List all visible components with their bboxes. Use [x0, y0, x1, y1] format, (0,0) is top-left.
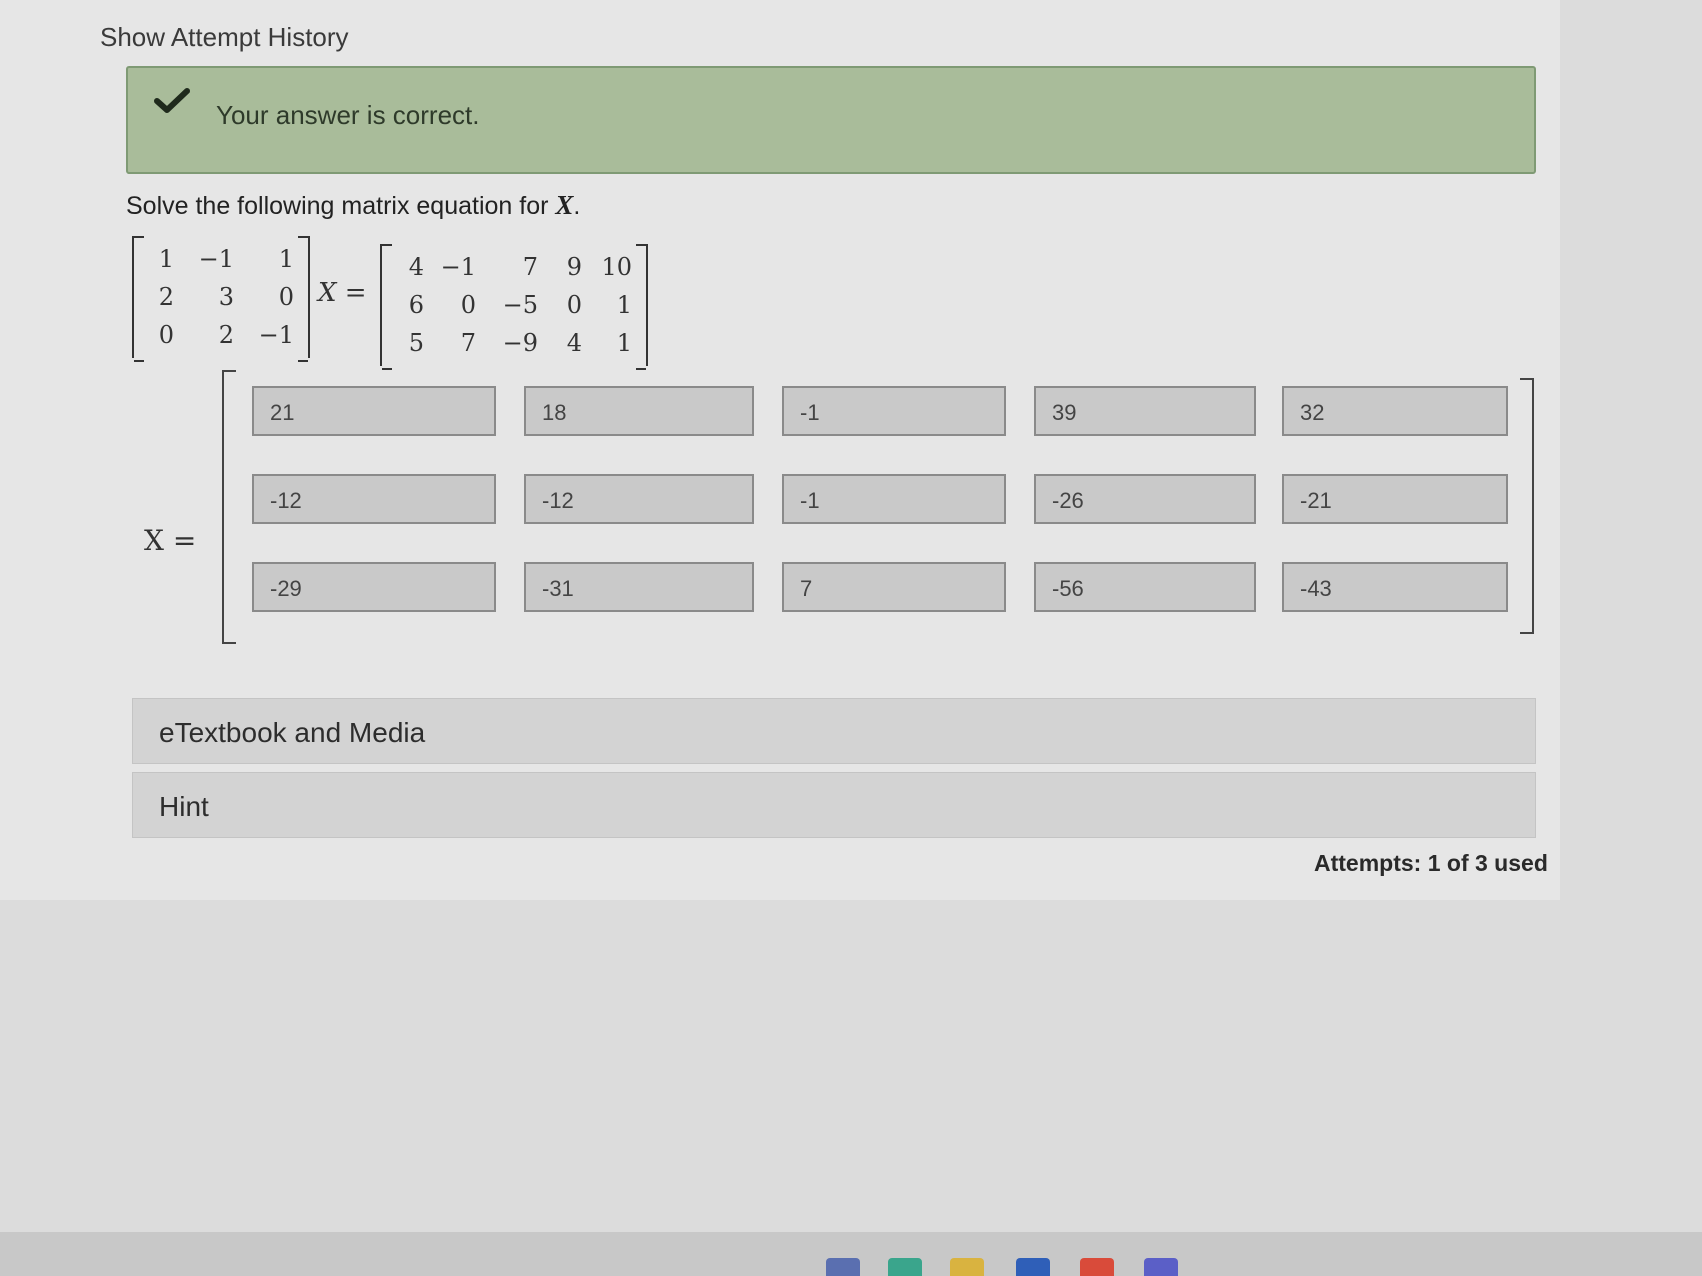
checkmark-icon: [154, 88, 190, 113]
answer-field-r3-c4[interactable]: -56: [1034, 562, 1256, 612]
matrix-a-cell-0-2: 1: [278, 245, 294, 273]
answer-field-r1-c5[interactable]: 32: [1282, 386, 1508, 436]
etextbook-media-section[interactable]: eTextbook and Media: [132, 698, 1536, 764]
question-prompt: Solve the following matrix equation for …: [126, 190, 580, 221]
assignment-panel: Show Attempt History Your answer is corr…: [0, 0, 1560, 900]
feedback-message: Your answer is correct.: [216, 100, 480, 130]
answer-field-r2-c1[interactable]: -12: [252, 474, 496, 524]
answer-field-r3-c1[interactable]: -29: [252, 562, 496, 612]
answer-right-bracket: [1520, 378, 1534, 634]
matrix-b-cell-1-4: 1: [616, 291, 632, 319]
attempts-counter: Attempts: 1 of 3 used: [1314, 850, 1548, 876]
matrix-b-cell-2-4: 1: [616, 329, 632, 357]
matrix-a-cell-1-2: 0: [278, 283, 294, 311]
answer-x-label: X =: [144, 524, 197, 557]
answer-field-r2-c2[interactable]: -12: [524, 474, 754, 524]
matrix-b-cell-1-0: 6: [408, 291, 424, 319]
matrix-b-cell-0-2: 7: [522, 253, 538, 281]
answer-field-r3-c5[interactable]: -43: [1282, 562, 1508, 612]
answer-left-bracket: [222, 370, 236, 644]
matrix-b-cell-2-2: −9: [502, 329, 538, 357]
answer-field-r1-c1[interactable]: 21: [252, 386, 496, 436]
matrix-a-cell-2-2: −1: [258, 321, 294, 349]
answer-field-r1-c4[interactable]: 39: [1034, 386, 1256, 436]
matrix-b-cell-0-4: 10: [601, 253, 632, 281]
matrix-b-cell-0-1: −1: [440, 253, 476, 281]
app-icon[interactable]: [826, 1258, 860, 1276]
question-text: Solve the following matrix equation for: [126, 192, 549, 220]
matrix-b-cell-2-3: 4: [566, 329, 582, 357]
matrix-b-cell-2-1: 7: [460, 329, 476, 357]
edge-icon[interactable]: [888, 1258, 922, 1276]
matrix-b-cell-2-0: 5: [408, 329, 424, 357]
answer-field-r1-c2[interactable]: 18: [524, 386, 754, 436]
matrix-b-cell-1-2: −5: [502, 291, 538, 319]
matrix-b-cell-1-1: 0: [460, 291, 476, 319]
answer-field-r3-c3[interactable]: 7: [782, 562, 1006, 612]
matrix-b-cell-0-3: 9: [566, 253, 582, 281]
show-attempt-history-link[interactable]: Show Attempt History: [100, 22, 349, 53]
answer-field-r2-c3[interactable]: -1: [782, 474, 1006, 524]
answer-field-r2-c5[interactable]: -21: [1282, 474, 1508, 524]
answer-field-r1-c3[interactable]: -1: [782, 386, 1006, 436]
matrix-b-cell-1-3: 0: [566, 291, 582, 319]
equation-x-equals: X =: [318, 278, 367, 308]
matrix-a-cell-1-1: 3: [218, 283, 234, 311]
matrix-a-cell-0-1: −1: [198, 245, 234, 273]
matrix-b: 4 −1 7 9 10 6 0 −5 0 1 5 7 −9 4 1: [380, 244, 648, 370]
answer-field-r3-c2[interactable]: -31: [524, 562, 754, 612]
question-period: .: [573, 192, 581, 220]
matrix-a: 1 −1 1 2 3 0 0 2 −1: [132, 236, 310, 362]
matrix-a-cell-2-0: 0: [158, 321, 174, 349]
teams-icon[interactable]: [1144, 1258, 1178, 1276]
app-blue-icon[interactable]: [1016, 1258, 1050, 1276]
matrix-a-cell-1-0: 2: [158, 283, 174, 311]
hint-section[interactable]: Hint: [132, 772, 1536, 838]
folder-icon[interactable]: [950, 1258, 984, 1276]
matrix-a-cell-2-1: 2: [218, 321, 234, 349]
feedback-banner: Your answer is correct.: [126, 66, 1536, 174]
chrome-icon[interactable]: [1080, 1258, 1114, 1276]
matrix-b-cell-0-0: 4: [408, 253, 424, 281]
answer-field-r2-c4[interactable]: -26: [1034, 474, 1256, 524]
matrix-a-cell-0-0: 1: [158, 245, 174, 273]
question-variable: X: [555, 190, 574, 220]
